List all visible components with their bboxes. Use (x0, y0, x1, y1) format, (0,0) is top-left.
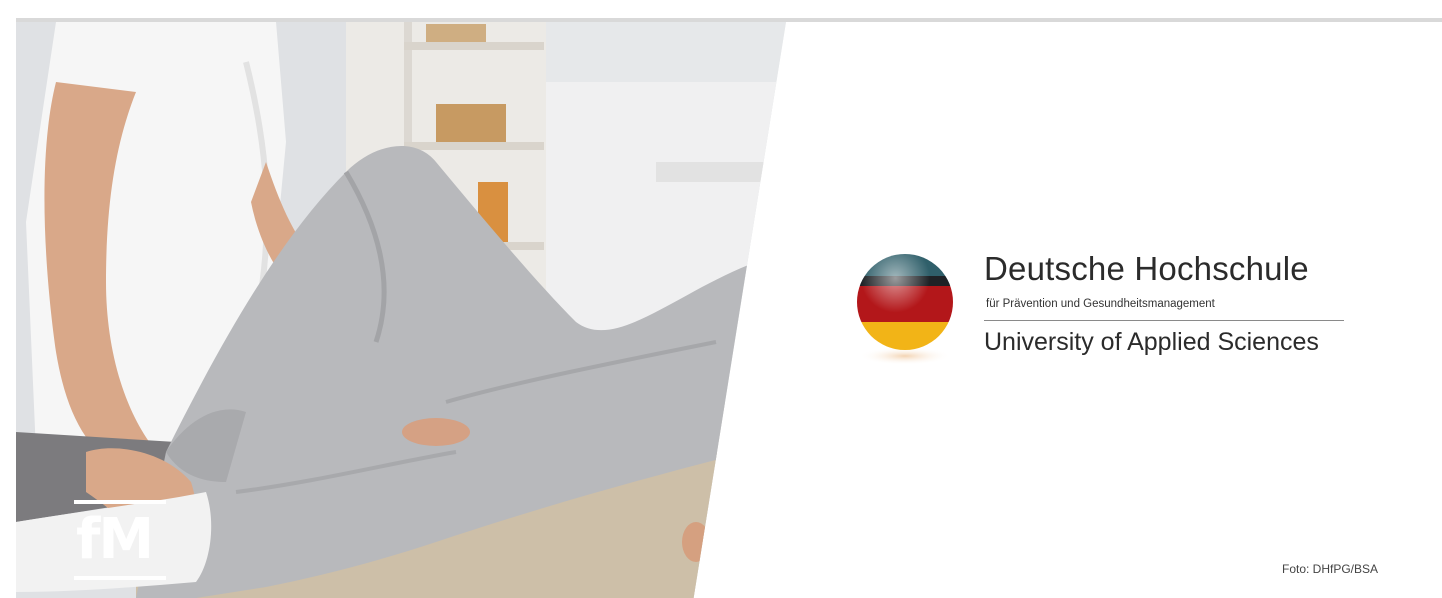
banner: fM Deutsche Hochschule für Prävention un… (0, 0, 1442, 598)
university-subtitle: für Prävention und Gesundheitsmanagement (986, 298, 1215, 310)
fm-logo-bottom-bar (74, 576, 166, 580)
fm-logo: fM (74, 500, 166, 584)
university-divider (984, 320, 1344, 321)
flag-sphere-icon (857, 254, 953, 365)
university-name: Deutsche Hochschule (984, 250, 1309, 287)
top-divider (16, 18, 1442, 22)
photo-credit: Foto: DHfPG/BSA (1282, 562, 1379, 576)
university-english-name: University of Applied Sciences (984, 328, 1319, 356)
hero-photo: fM (16, 22, 786, 598)
fm-logo-text: fM (76, 507, 154, 572)
university-logo: Deutsche Hochschule für Prävention und G… (850, 250, 1370, 370)
